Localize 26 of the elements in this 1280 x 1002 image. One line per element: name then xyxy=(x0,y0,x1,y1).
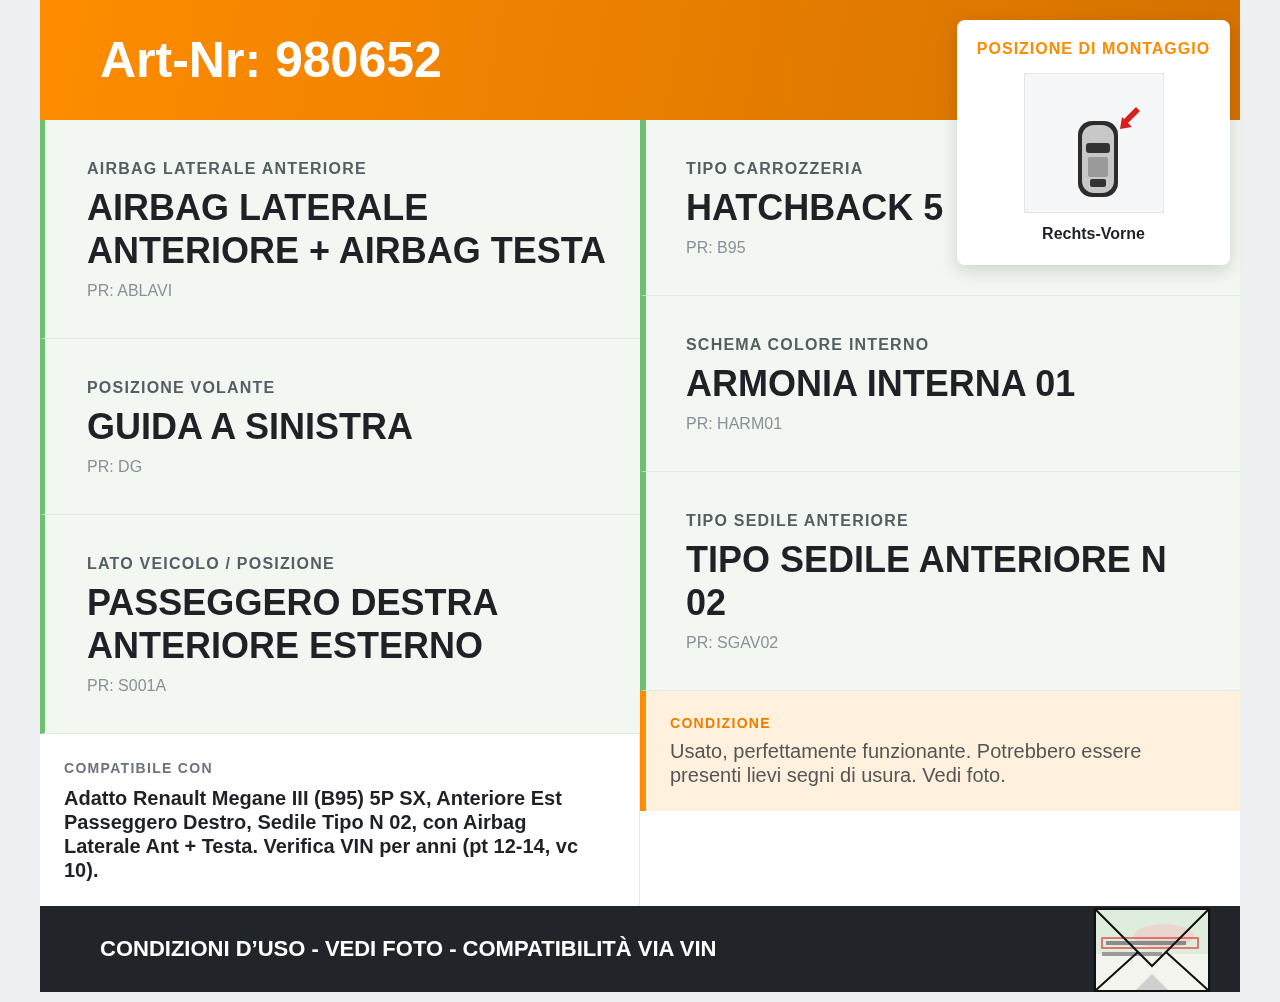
spec-value: HATCHBACK 5 xyxy=(686,186,945,229)
article-number: Art-Nr: 980652 xyxy=(100,31,442,89)
spec-value: PASSEGGERO DESTRA ANTERIORE ESTERNO xyxy=(87,581,499,667)
spec-code: PR: B95 xyxy=(686,239,747,257)
condition-text: Usato, perfettamente funzionante. Potrebbero essere presenti lievi segni di usura. Vedi foto. xyxy=(670,739,1143,787)
spec-label: TIPO CARROZZERIA xyxy=(686,160,865,178)
spec-value: GUIDA A SINISTRA xyxy=(87,405,414,448)
footer-text: CONDIZIONI D’USO - VEDI FOTO - COMPATIBILITÀ VIA VIN xyxy=(100,936,717,962)
spec-value: TIPO SEDILE ANTERIORE N 02 xyxy=(686,538,1168,624)
spec-label: SCHEMA COLORE INTERNO xyxy=(686,336,931,354)
spec-code: PR: S001A xyxy=(87,677,168,695)
spec-value: AIRBAG LATERALE ANTERIORE + AIRBAG TESTA xyxy=(87,186,608,272)
spec-label: LATO VEICOLO / POSIZIONE xyxy=(87,555,336,573)
spec-label: POSIZIONE VOLANTE xyxy=(87,379,277,397)
spec-code: PR: DG xyxy=(87,458,144,476)
spec-code: PR: ABLAVI xyxy=(87,282,174,300)
compatibility-text: Adatto Renault Megane III (B95) 5P SX, Anteriore Est Passeggero Destro, Sedile Tipo N 02, con Airbag Laterale Ant + Testa. Verifica VIN per anni (pt 12-14, vc 10). xyxy=(64,786,580,882)
condition-label: CONDIZIONE xyxy=(670,715,772,731)
mounting-caption: Rechts-Vorne xyxy=(1042,225,1145,243)
mounting-heading: POSIZIONE DI MONTAGGIO xyxy=(976,40,1211,58)
spec-label: AIRBAG LATERALE ANTERIORE xyxy=(87,160,368,178)
compatibility-label: COMPATIBILE CON xyxy=(64,760,214,776)
spec-code: PR: SGAV02 xyxy=(686,634,780,652)
spec-value: ARMONIA INTERNA 01 xyxy=(686,362,1077,405)
spec-label: TIPO SEDILE ANTERIORE xyxy=(686,512,910,530)
spec-code: PR: HARM01 xyxy=(686,415,784,433)
